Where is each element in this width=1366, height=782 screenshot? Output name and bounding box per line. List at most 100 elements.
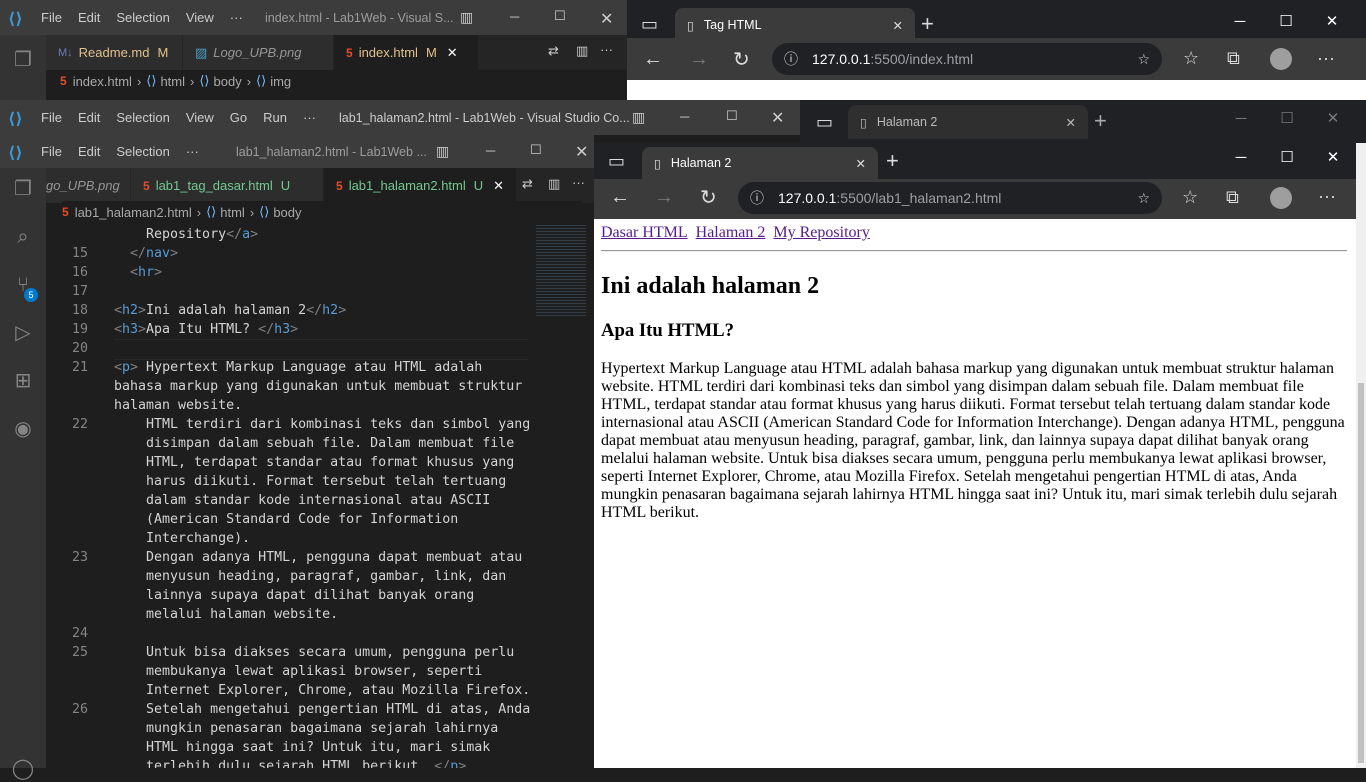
refresh-icon[interactable]: ↻ <box>700 185 717 210</box>
tab-actions-icon[interactable]: ▭ <box>816 112 833 133</box>
scrollbar-thumb[interactable] <box>1358 383 1364 763</box>
favorites-icon[interactable]: ☆ <box>1182 187 1198 208</box>
tab-tag-html[interactable]: ▯ Tag HTML ✕ <box>675 8 915 42</box>
tab-readme[interactable]: M↓ Readme.md M <box>46 35 183 70</box>
close-tab-icon[interactable]: ✕ <box>493 178 504 194</box>
compare-icon[interactable]: ⇄ <box>548 43 559 59</box>
search-icon[interactable]: ⌕ <box>10 224 36 250</box>
page-scrollbar[interactable] <box>1356 143 1366 768</box>
close-tab-icon[interactable]: ✕ <box>856 156 866 171</box>
profile-avatar[interactable] <box>1270 187 1292 209</box>
close-button[interactable]: ✕ <box>771 108 784 128</box>
close-tab-icon[interactable]: ✕ <box>1066 115 1076 130</box>
forward-icon[interactable]: → <box>689 48 709 71</box>
breadcrumb-file[interactable]: lab1_halaman2.html <box>75 205 192 220</box>
layout-icon[interactable]: ▥ <box>632 109 645 126</box>
tab-logo-upb[interactable]: ▨ Logo_UPB.png <box>183 35 334 70</box>
tab-actions-icon[interactable]: ▭ <box>608 151 625 172</box>
breadcrumb-html[interactable]: html <box>220 205 245 220</box>
more-actions-icon[interactable]: ··· <box>572 175 585 190</box>
minimize-button[interactable]: ─ <box>510 9 519 24</box>
minimize-button[interactable]: ─ <box>680 109 689 124</box>
back-icon[interactable]: ← <box>643 48 663 71</box>
tab-logo-upb[interactable]: go_UPB.png <box>46 168 131 203</box>
menu-edit[interactable]: Edit <box>70 144 108 159</box>
maximize-button[interactable]: ☐ <box>554 8 566 24</box>
tab-lab1-tag-dasar[interactable]: 5 lab1_tag_dasar.html U <box>131 168 324 203</box>
menu-selection[interactable]: Selection <box>108 144 177 159</box>
menu-file[interactable]: File <box>33 144 70 159</box>
menu-selection[interactable]: Selection <box>108 110 177 125</box>
menu-file[interactable]: File <box>33 10 70 25</box>
breadcrumb-html[interactable]: html <box>160 74 185 89</box>
forward-icon[interactable]: → <box>654 186 674 209</box>
breadcrumb-body[interactable]: body <box>214 74 242 89</box>
code-editor[interactable]: Repository</a> 15 </nav> 16 <hr> 17 18 <h2>In… <box>46 225 536 768</box>
explorer-icon[interactable]: ❐ <box>10 47 36 73</box>
site-info-icon[interactable]: ⓘ <box>750 188 764 208</box>
favorite-add-icon[interactable]: ☆ <box>1137 190 1150 207</box>
link-my-repository[interactable]: My Repository <box>773 224 869 241</box>
split-editor-icon[interactable]: ▥ <box>548 176 560 192</box>
breadcrumb-file[interactable]: index.html <box>73 74 132 89</box>
back-icon[interactable]: ← <box>610 186 630 209</box>
account-icon[interactable]: ◯ <box>10 756 36 782</box>
compare-icon[interactable]: ⇄ <box>522 176 533 192</box>
menu-selection[interactable]: Selection <box>108 10 177 25</box>
maximize-button[interactable]: ☐ <box>1264 109 1310 127</box>
settings-more-icon[interactable]: ··· <box>1318 186 1336 207</box>
new-tab-icon[interactable]: + <box>1094 108 1107 134</box>
maximize-button[interactable]: ☐ <box>1264 148 1310 166</box>
layout-icon[interactable]: ▥ <box>460 9 473 26</box>
breadcrumb-img[interactable]: img <box>270 74 291 89</box>
minimize-button[interactable]: ─ <box>1218 110 1264 127</box>
link-halaman-2[interactable]: Halaman 2 <box>696 224 766 241</box>
breadcrumb-body[interactable]: body <box>273 205 301 220</box>
site-info-icon[interactable]: ⓘ <box>784 49 798 69</box>
menu-edit[interactable]: Edit <box>70 10 108 25</box>
menu-go[interactable]: Go <box>222 110 255 125</box>
minimize-button[interactable]: ─ <box>1218 149 1264 166</box>
more-actions-icon[interactable]: ··· <box>600 42 613 57</box>
menu-file[interactable]: File <box>33 110 70 125</box>
close-tab-icon[interactable]: ✕ <box>447 45 458 61</box>
profile-avatar[interactable] <box>1270 48 1292 70</box>
maximize-button[interactable]: ☐ <box>726 108 738 124</box>
explorer-icon[interactable]: ❐ <box>10 176 36 202</box>
menu-more[interactable]: ··· <box>295 110 324 125</box>
split-editor-icon[interactable]: ▥ <box>576 43 588 59</box>
maximize-button[interactable]: ☐ <box>1263 12 1309 30</box>
link-dasar-html[interactable]: Dasar HTML <box>601 224 688 241</box>
collections-icon[interactable]: ⧉ <box>1227 48 1240 69</box>
minimize-button[interactable]: ─ <box>486 143 495 158</box>
address-bar[interactable]: ⓘ 127.0.0.1 :5500/lab1_halaman2.html ☆ <box>738 182 1162 214</box>
minimap[interactable] <box>536 223 586 318</box>
minimize-button[interactable]: ─ <box>1217 13 1263 30</box>
extensions-icon[interactable]: ⊞ <box>10 368 36 394</box>
layout-icon[interactable]: ▥ <box>436 143 449 160</box>
menu-more[interactable]: ··· <box>178 144 207 159</box>
favorites-icon[interactable]: ☆ <box>1183 48 1199 69</box>
menu-run[interactable]: Run <box>255 110 295 125</box>
menu-more[interactable]: ··· <box>222 10 251 25</box>
settings-more-icon[interactable]: ··· <box>1317 48 1335 69</box>
refresh-icon[interactable]: ↻ <box>733 47 750 72</box>
address-bar[interactable]: ⓘ 127.0.0.1 :5500/index.html ☆ <box>772 43 1162 75</box>
close-tab-icon[interactable]: ✕ <box>893 18 903 33</box>
maximize-button[interactable]: ☐ <box>530 142 542 158</box>
menu-view[interactable]: View <box>178 110 222 125</box>
tab-lab1-halaman2[interactable]: 5 lab1_halaman2.html U ✕ <box>324 168 517 203</box>
github-icon[interactable]: ◉ <box>10 416 36 442</box>
new-tab-icon[interactable]: + <box>921 11 934 37</box>
close-button[interactable]: ✕ <box>600 9 613 29</box>
menu-edit[interactable]: Edit <box>70 110 108 125</box>
tab-index-html[interactable]: 5 index.html M ✕ <box>334 35 479 70</box>
run-debug-icon[interactable]: ▷ <box>10 320 36 346</box>
favorite-add-icon[interactable]: ☆ <box>1137 51 1150 68</box>
new-tab-icon[interactable]: + <box>886 148 899 174</box>
close-button[interactable]: ✕ <box>1310 148 1356 166</box>
close-button[interactable]: ✕ <box>1309 12 1355 30</box>
tab-halaman-2-mid[interactable]: ▯ Halaman 2 ✕ <box>848 105 1088 139</box>
close-button[interactable]: ✕ <box>575 142 588 162</box>
tab-actions-icon[interactable]: ▭ <box>641 14 658 35</box>
